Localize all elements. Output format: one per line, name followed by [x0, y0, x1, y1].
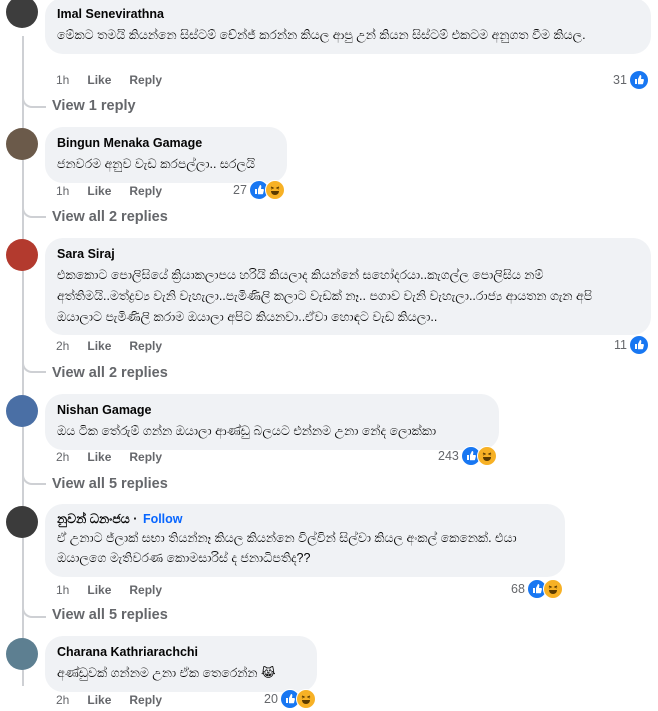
reaction-summary[interactable]: 27 — [233, 180, 285, 200]
comment-text: ජනවරම අනුව වැඩ කරපල්ලා.. සරලයි — [57, 157, 255, 171]
avatar[interactable] — [6, 638, 38, 670]
reaction-summary[interactable]: 31 — [613, 70, 649, 90]
reply-button[interactable]: Reply — [129, 71, 162, 89]
haha-reaction-icon — [476, 446, 497, 466]
comment-bubble: Bingun Menaka Gamage ජනවරම අනුව වැඩ කරපල… — [45, 127, 287, 183]
author-name[interactable]: නුවන් ධනංජය — [57, 512, 130, 526]
reply-button[interactable]: Reply — [129, 448, 162, 466]
comment-author[interactable]: Bingun Menaka Gamage — [57, 135, 275, 151]
reply-connector — [22, 357, 46, 373]
comment-author: නුවන් ධනංජය · Follow — [57, 512, 183, 526]
comment-bubble: Charana Kathriarachchi අණ්ඩුවක් ගන්නම උන… — [45, 636, 317, 692]
haha-reaction-icon — [264, 180, 285, 200]
like-reaction-icon — [628, 70, 649, 90]
view-replies-link[interactable]: View 1 reply — [52, 96, 136, 116]
comment-bubble: Imal Senevirathna මේකට තමයි කියන්නෙ සිස්… — [45, 0, 651, 54]
comment-actions: 1h Like Reply — [56, 182, 162, 200]
follow-button[interactable]: Follow — [143, 512, 183, 526]
comment-time[interactable]: 2h — [56, 691, 69, 709]
reaction-count: 11 — [614, 338, 627, 352]
reaction-count: 68 — [511, 582, 525, 596]
comment-actions: 2h Like Reply — [56, 691, 162, 709]
comment-time[interactable]: 1h — [56, 581, 69, 599]
avatar[interactable] — [6, 395, 38, 427]
reply-connector — [22, 469, 46, 485]
like-button[interactable]: Like — [87, 691, 111, 709]
view-replies-link[interactable]: View all 2 replies — [52, 207, 168, 227]
comment-time[interactable]: 2h — [56, 337, 69, 355]
reply-connector — [22, 602, 46, 618]
comment-bubble: Nishan Gamage ඔය ටික තේරුම් ගන්න ඔයාලා ආ… — [45, 394, 499, 450]
comment-author[interactable]: Sara Siraj — [57, 246, 639, 262]
comment-bubble: නුවන් ධනංජය · Follow ඒ උනාට ජ්ලාක් සභා ත… — [45, 504, 565, 577]
reply-button[interactable]: Reply — [129, 182, 162, 200]
view-replies-link[interactable]: View all 2 replies — [52, 363, 168, 383]
like-button[interactable]: Like — [87, 71, 111, 89]
comment-author[interactable]: Imal Senevirathna — [57, 6, 639, 22]
comment-text: ඔය ටික තේරුම් ගන්න ඔයාලා ආණ්ඩු බලයට එන්න… — [57, 424, 437, 438]
comment-actions: 2h Like Reply — [56, 448, 162, 466]
comment-text: ඒ උනාට ජ්ලාක් සභා තියන්නෑ කියල කියන්නෙ ව… — [57, 531, 521, 565]
avatar[interactable] — [6, 239, 38, 271]
comment-text: අණ්ඩුවක් ගන්නම උනා ඒක තෙරෙන්න 😹 — [57, 666, 276, 680]
haha-reaction-icon — [295, 689, 316, 709]
comment-author[interactable]: Charana Kathriarachchi — [57, 644, 305, 660]
avatar[interactable] — [6, 128, 38, 160]
view-replies-link[interactable]: View all 5 replies — [52, 474, 168, 494]
comment-actions: 2h Like Reply — [56, 337, 162, 355]
reply-button[interactable]: Reply — [129, 691, 162, 709]
like-button[interactable]: Like — [87, 182, 111, 200]
reaction-summary[interactable]: 68 — [511, 579, 563, 599]
reaction-count: 243 — [438, 449, 459, 463]
comment-actions: 1h Like Reply — [56, 581, 162, 599]
avatar[interactable] — [6, 506, 38, 538]
like-button[interactable]: Like — [87, 581, 111, 599]
reaction-summary[interactable]: 20 — [264, 689, 316, 709]
comment-actions: 1h Like Reply — [56, 71, 162, 89]
reply-button[interactable]: Reply — [129, 337, 162, 355]
reaction-count: 31 — [613, 73, 627, 87]
reaction-count: 20 — [264, 692, 278, 706]
reply-connector — [22, 92, 46, 108]
reaction-summary[interactable]: 243 — [438, 446, 497, 466]
avatar[interactable] — [6, 0, 38, 28]
reaction-summary[interactable]: 11 — [614, 335, 649, 355]
comment-text: එකකොට පොලිසියේ ක්‍රියාකලාපය හරියි කියලාද… — [57, 268, 596, 324]
comment-time[interactable]: 1h — [56, 182, 69, 200]
like-button[interactable]: Like — [87, 448, 111, 466]
view-replies-link[interactable]: View all 5 replies — [52, 605, 168, 625]
comment-bubble: Sara Siraj එකකොට පොලිසියේ ක්‍රියාකලාපය හ… — [45, 238, 651, 335]
haha-reaction-icon — [542, 579, 563, 599]
comment-time[interactable]: 2h — [56, 448, 69, 466]
like-reaction-icon — [628, 335, 649, 355]
reply-connector — [22, 202, 46, 218]
reply-button[interactable]: Reply — [129, 581, 162, 599]
like-button[interactable]: Like — [87, 337, 111, 355]
reaction-count: 27 — [233, 183, 247, 197]
comment-time[interactable]: 1h — [56, 71, 69, 89]
comment-author[interactable]: Nishan Gamage — [57, 402, 487, 418]
comment-text: මේකට තමයි කියන්නෙ සිස්ටම් චේන්ජ් කරන්න ක… — [57, 28, 586, 42]
